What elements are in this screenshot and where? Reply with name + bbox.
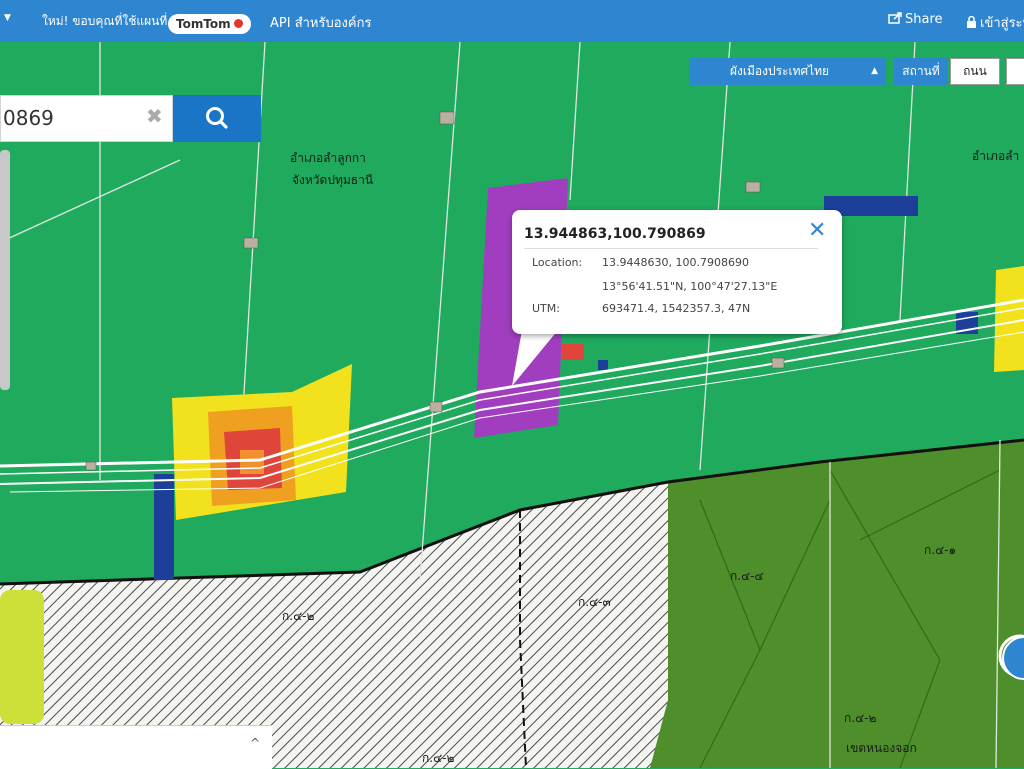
utm-label: UTM: [532,302,560,315]
dropdown-caret-icon: ▲ [871,66,878,76]
popup-divider [524,248,818,249]
popup-title: 13.944863,100.790869 [524,226,706,242]
close-icon[interactable]: ✕ [808,220,826,242]
view-option-button[interactable]: ถนน [950,58,1000,85]
tomtom-logo-dot-icon [233,19,243,28]
popup-pointer [512,330,558,386]
login-button[interactable]: เข้าสู่ระบบ [966,12,1024,33]
search-icon [206,107,228,129]
share-label: Share [905,12,943,27]
share-button[interactable]: Share [888,12,943,27]
view-mode-label: สถานที่ [894,58,948,85]
urban-yellow-zone-right [994,266,1024,372]
bottom-panel[interactable]: ^ [0,725,272,769]
site-link[interactable]: ใหม่! ขอบคุณที่ใช้แผนที่ [42,12,167,31]
gov-plot-4 [598,360,608,370]
location-label: Location: [532,256,583,269]
zone-label-1: ก.๔-๒ [282,609,314,623]
district-label-2: อำเภอลำ [972,149,1019,163]
location-popup: 13.944863,100.790869 ✕ Location: 13.9448… [512,210,842,334]
inner-orange-block [240,450,264,474]
district-label-1: อำเภอลำลูกกา [290,151,366,166]
agricultural-zone [650,440,1024,768]
light-green-zone [0,590,44,724]
location-decimal-value: 13.9448630, 100.7908690 [602,256,749,269]
layer-dropdown[interactable]: ผังเมืองประเทศไทย ▲ [690,58,886,85]
menu-caret-icon[interactable]: ▼ [4,13,11,23]
api-link[interactable]: API สำหรับองค์กร [270,12,371,33]
clear-search-icon[interactable]: ✖ [146,104,163,128]
zone-label-6: ก.๔-๒ [844,711,876,725]
login-label: เข้าสู่ระบบ [980,16,1024,31]
map-canvas[interactable]: อำเภอลำลูกกา จังหวัดปทุมธานี อำเภอลำ ก.๔… [0,42,1024,768]
share-icon [888,12,902,24]
zone-label-5: ก.๔-๒ [422,751,454,765]
tomtom-logo-text: TomTom [176,17,231,31]
chevron-up-icon[interactable]: ^ [250,736,260,750]
zone-label-3: ก.๔-๔ [730,569,764,583]
location-dms-value: 13°56'41.51"N, 100°47'27.13"E [602,280,778,293]
boundary-text-label: เขตหนองจอก [846,741,917,755]
zone-label-2: ก.๔-๓ [578,595,611,609]
layer-dropdown-value: ผังเมืองประเทศไทย [730,64,830,78]
tomtom-logo[interactable]: TomTom [168,14,251,34]
utm-value: 693471.4, 1542357.3, 47N [602,302,751,315]
province-label-1: จังหวัดปทุมธานี [292,173,373,188]
zone-label-4: ก.๔-๑ [924,543,956,557]
top-bar: ▼ ใหม่! ขอบคุณที่ใช้แผนที่ TomTom API สำ… [0,0,1024,42]
lock-icon [967,15,976,28]
search-button[interactable] [173,95,261,142]
left-road [0,150,10,390]
view-option-button-2[interactable] [1006,58,1024,85]
